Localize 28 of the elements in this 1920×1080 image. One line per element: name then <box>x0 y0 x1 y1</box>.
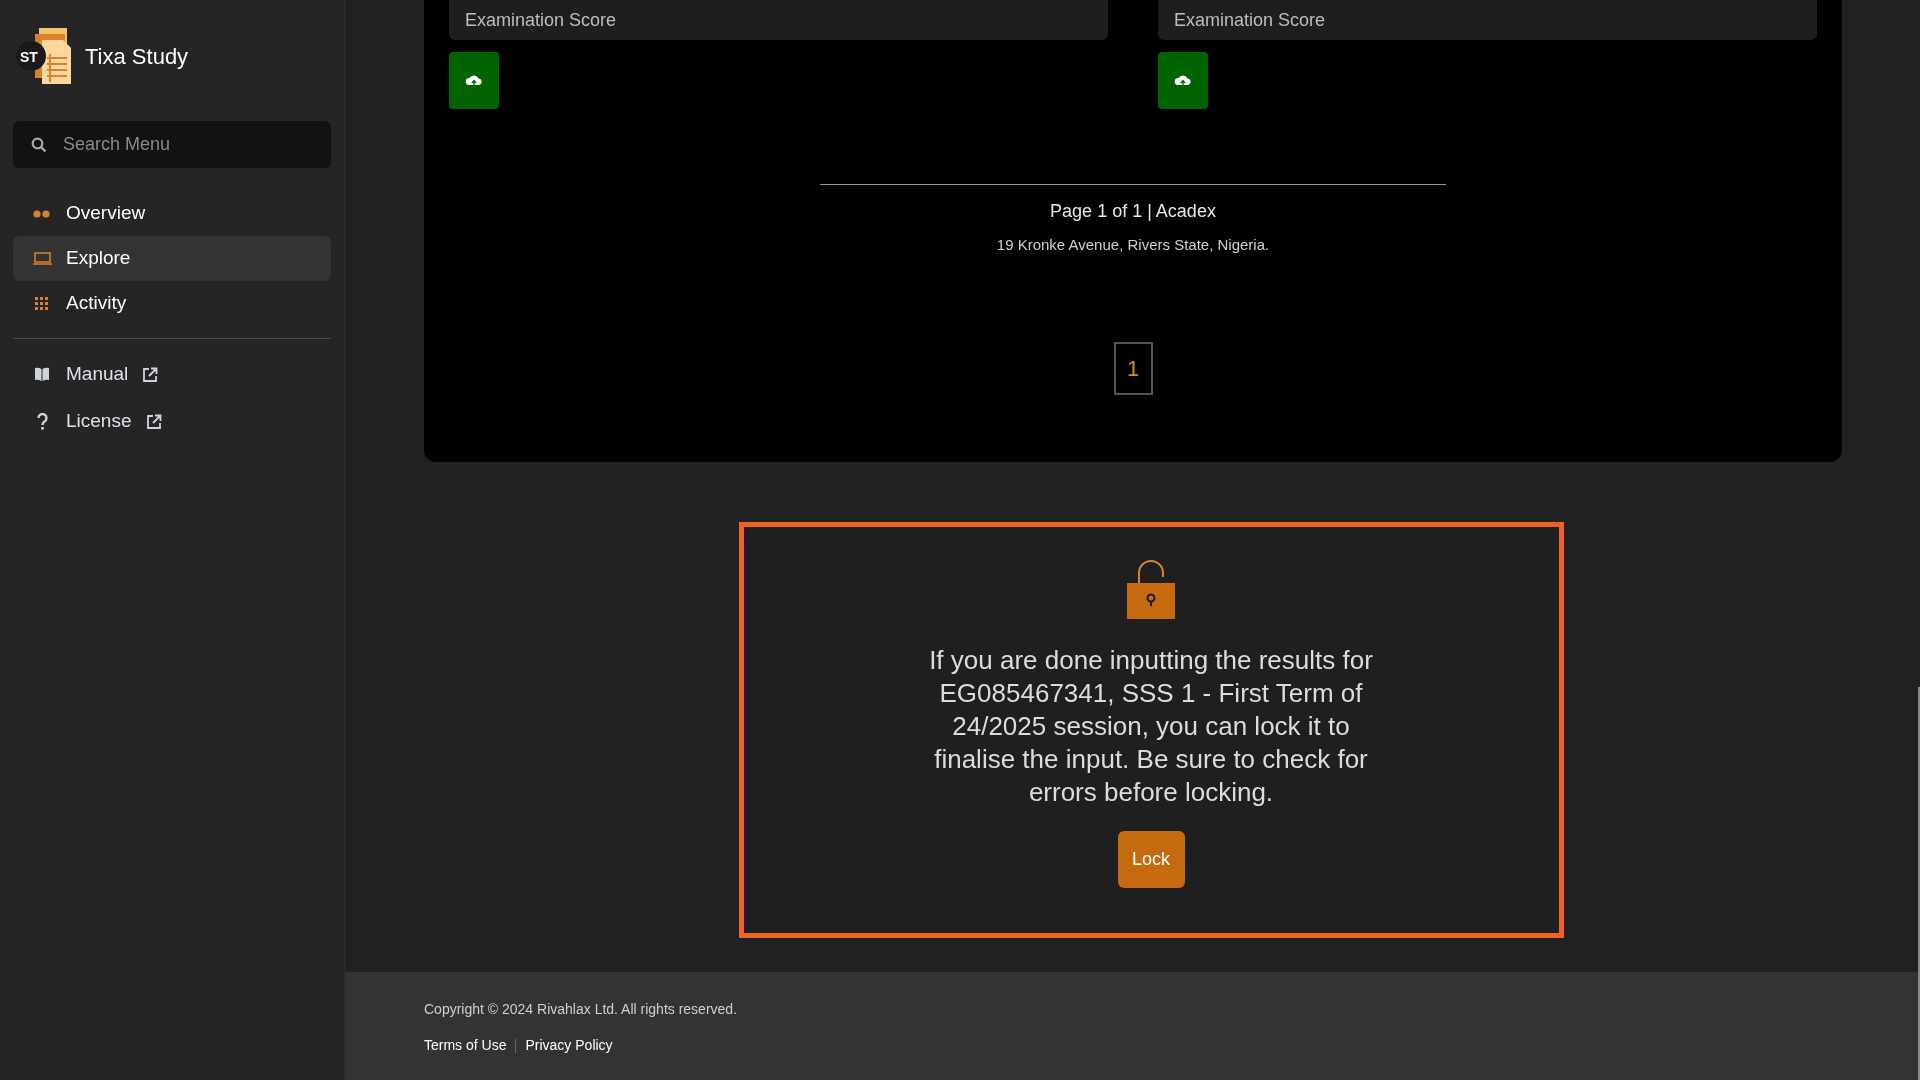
copyright-text: Copyright © 2024 Rivahlax Ltd. All rights reserved. <box>424 1000 739 1019</box>
upload-button[interactable] <box>1158 52 1208 109</box>
lock-button[interactable]: Lock <box>1117 831 1185 888</box>
score-field[interactable]: Examination Score <box>1158 0 1817 40</box>
footer-link[interactable]: Terms of Use <box>424 1035 507 1056</box>
score-field[interactable]: Examination Score <box>449 0 1108 40</box>
sidebar-link[interactable]: License <box>66 407 132 436</box>
footer-link[interactable]: Privacy Policy <box>525 1035 613 1056</box>
cloud-upload-icon <box>465 73 483 88</box>
search-field[interactable]: Search Menu <box>13 121 331 168</box>
grid-icon <box>35 297 49 310</box>
page-info: Page 1 of 1 | Acadex <box>1049 200 1217 223</box>
laptop-icon <box>32 252 52 265</box>
book-icon <box>34 367 50 382</box>
search-icon <box>31 137 47 153</box>
upload-button[interactable] <box>449 52 499 109</box>
nav-item[interactable]: Activity <box>13 281 331 326</box>
scrollbar[interactable] <box>1918 687 1920 1080</box>
brand-name: Tixa Study <box>85 42 189 71</box>
nav-item[interactable]: Explore <box>13 236 331 281</box>
dots-icon <box>33 209 51 218</box>
page-button[interactable]: 1 <box>1113 341 1153 395</box>
lock-message: If you are done inputting the results for EG085467341, SSS 1 - First Term of 24/2025 session, you can lock it to finalise the input. Be sure to check for errors before locking. <box>928 644 1374 809</box>
question-icon <box>36 413 48 430</box>
address-text: 19 Kronke Avenue, Rivers State, Nigeria. <box>995 235 1271 255</box>
cloud-upload-icon <box>1174 73 1192 88</box>
sidebar-link[interactable]: Manual <box>66 360 129 389</box>
nav-item[interactable]: Overview <box>13 191 331 236</box>
